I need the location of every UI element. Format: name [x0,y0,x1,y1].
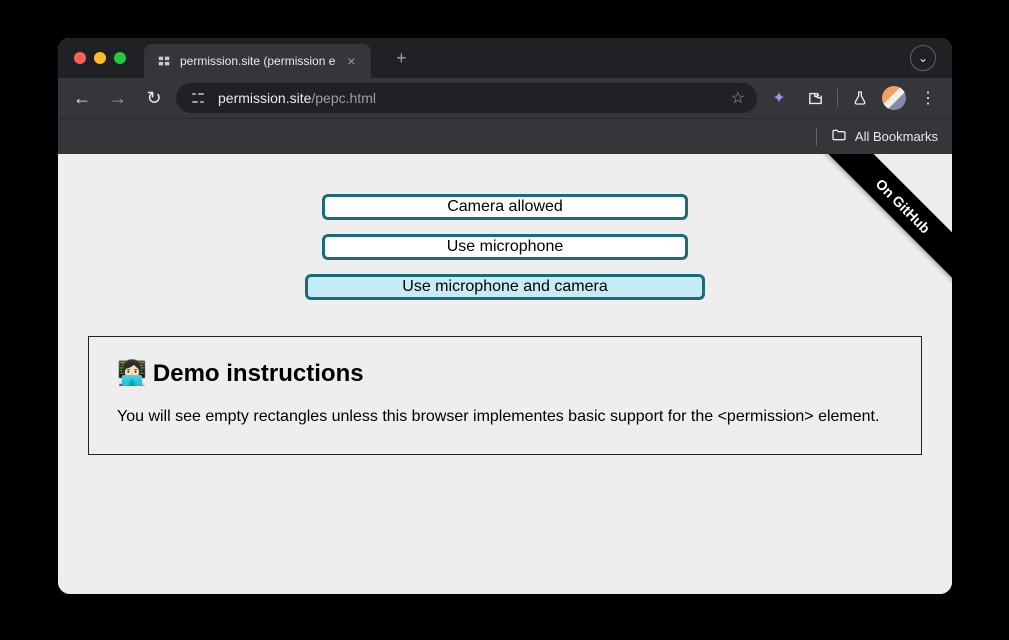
address-bar[interactable]: permission.site/pepc.html ☆ [176,83,757,113]
folder-icon [831,127,847,146]
bookmark-star-icon[interactable]: ☆ [731,88,745,108]
new-tab-button[interactable]: + [387,48,415,69]
mic-camera-permission-button[interactable]: Use microphone and camera [305,274,705,300]
maximize-window-button[interactable] [114,52,126,64]
chevron-down-icon: ⌄ [918,51,928,65]
permission-buttons: Camera allowed Use microphone Use microp… [58,194,952,300]
tabs-dropdown-button[interactable]: ⌄ [910,45,936,71]
tab-close-icon[interactable]: × [343,53,359,69]
instructions-body: You will see empty rectangles unless thi… [117,406,893,428]
minimize-window-button[interactable] [94,52,106,64]
developer-emoji-icon: 👩🏻‍💻 [117,359,147,388]
bookmark-bar: All Bookmarks [58,118,952,154]
page-content: On GitHub Camera allowed Use microphone … [58,154,952,594]
toolbar-divider [837,89,838,107]
sparkle-icon[interactable]: ✦ [765,84,793,112]
back-button[interactable]: ← [68,84,96,112]
instructions-heading: 👩🏻‍💻 Demo instructions [117,359,893,388]
demo-instructions-box: 👩🏻‍💻 Demo instructions You will see empt… [88,336,922,455]
bookmark-divider [816,128,817,146]
arrow-left-icon: ← [73,88,91,109]
tab-favicon-icon [156,53,172,69]
browser-window: permission.site (permission e × + ⌄ ← → … [58,38,952,594]
toolbar: ← → ↻ permission.site/pepc.html ☆ ✦ ⋮ [58,78,952,118]
site-settings-icon[interactable] [188,88,208,108]
window-controls [74,52,126,64]
camera-permission-button[interactable]: Camera allowed [322,194,688,220]
kebab-menu-icon[interactable]: ⋮ [914,84,942,112]
labs-button[interactable] [846,84,874,112]
title-bar: permission.site (permission e × + ⌄ [58,38,952,78]
all-bookmarks-label: All Bookmarks [855,129,938,144]
microphone-permission-button[interactable]: Use microphone [322,234,688,260]
reload-icon: ↻ [146,88,161,109]
profile-avatar[interactable] [882,86,906,110]
reload-button[interactable]: ↻ [140,84,168,112]
all-bookmarks-button[interactable]: All Bookmarks [831,127,938,146]
forward-button[interactable]: → [104,84,132,112]
url-path: /pepc.html [311,90,376,106]
tab-title: permission.site (permission e [180,54,335,68]
extensions-button[interactable] [801,84,829,112]
close-window-button[interactable] [74,52,86,64]
instructions-title: Demo instructions [153,360,364,388]
url-host: permission.site [218,90,311,106]
arrow-right-icon: → [109,88,127,109]
browser-tab[interactable]: permission.site (permission e × [144,44,371,78]
url-text: permission.site/pepc.html [218,90,721,106]
